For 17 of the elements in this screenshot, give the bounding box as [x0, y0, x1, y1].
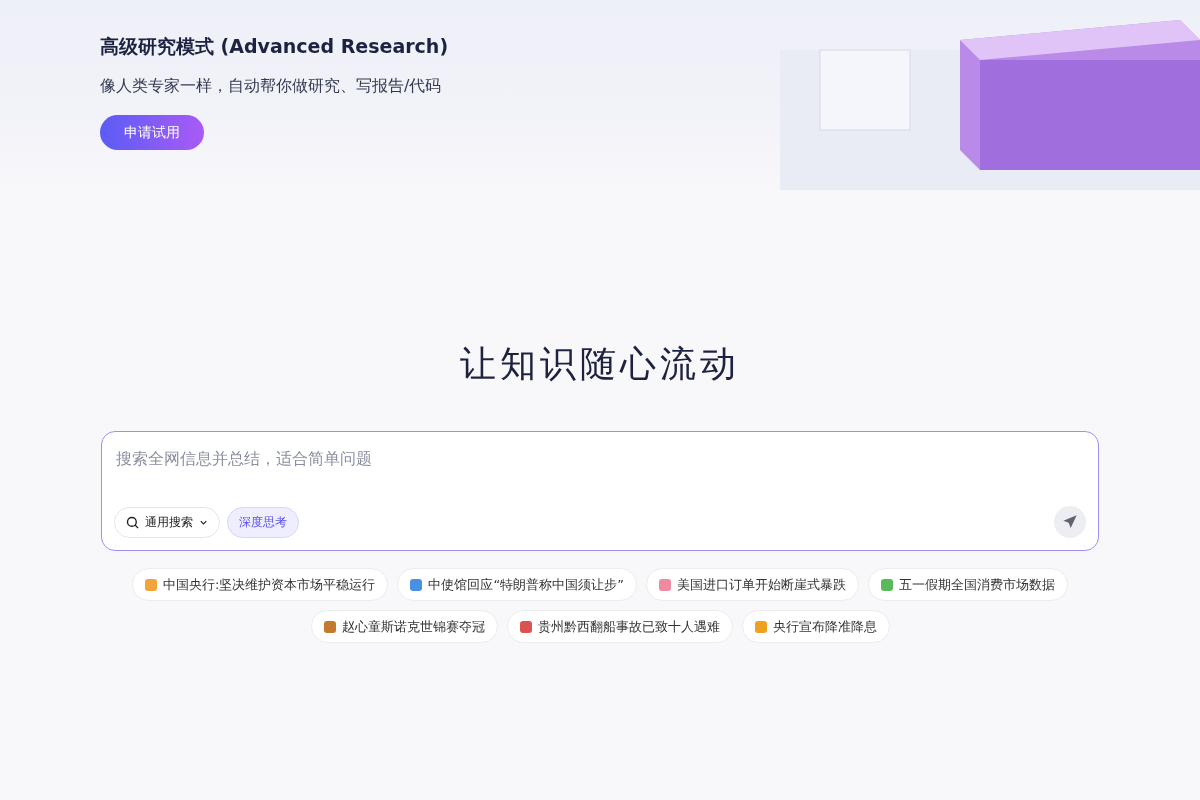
- deep-think-toggle[interactable]: 深度思考: [227, 506, 299, 538]
- trending-topic[interactable]: 五一假期全国消费市场数据: [867, 568, 1068, 601]
- trending-topic[interactable]: 中使馆回应“特朗普称中国须让步”: [397, 568, 637, 601]
- send-button[interactable]: [1054, 506, 1086, 538]
- search-box[interactable]: 搜索全网信息并总结，适合简单问题 通用搜索 深度思考: [101, 431, 1099, 551]
- search-icon: [125, 514, 140, 530]
- banner-title: 高级研究模式 (Advanced Research): [100, 34, 449, 59]
- banner-subtitle: 像人类专家一样，自动帮你做研究、写报告/代码: [100, 76, 442, 97]
- headline: 让知识随心流动: [460, 342, 740, 386]
- trending-topic[interactable]: 贵州黔西翻船事故已致十人遇难: [506, 610, 733, 643]
- send-icon: [1062, 514, 1078, 530]
- trending-topic[interactable]: 赵心童斯诺克世锦赛夺冠: [310, 610, 498, 643]
- apply-trial-button[interactable]: 申请试用: [100, 115, 204, 150]
- search-mode-dropdown[interactable]: 通用搜索: [114, 506, 220, 538]
- trending-topic[interactable]: 中国央行:坚决维护资本市场平稳运行: [132, 568, 389, 601]
- trending-topic[interactable]: 美国进口订单开始断崖式暴跌: [645, 568, 859, 601]
- trending-topic[interactable]: 央行宣布降准降息: [741, 610, 890, 643]
